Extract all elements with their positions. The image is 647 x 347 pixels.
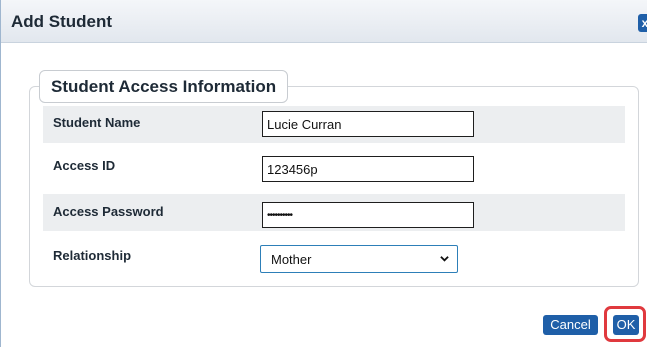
access-password-label: Access Password [53, 204, 164, 219]
student-name-label: Student Name [53, 115, 141, 130]
relationship-label: Relationship [53, 248, 132, 263]
relationship-select[interactable]: Mother [260, 245, 458, 273]
student-name-input[interactable]: Lucie Curran [262, 111, 474, 137]
access-id-input[interactable]: 123456p [262, 156, 474, 182]
fieldset-legend: Student Access Information [39, 70, 289, 103]
access-id-label: Access ID [53, 158, 116, 173]
relationship-value: Mother [271, 252, 312, 267]
cancel-button[interactable]: Cancel [543, 315, 598, 335]
ok-button[interactable]: OK [613, 315, 639, 335]
student-name-row: Student Name Lucie Curran [43, 106, 625, 143]
access-password-row: Access Password •••••••••• [43, 194, 625, 231]
close-icon-glyph: x [641, 16, 647, 30]
dialog-titlebar: Add Student x [1, 0, 647, 43]
chevron-down-icon [440, 256, 449, 262]
dialog-title: Add Student [11, 12, 113, 31]
add-student-dialog: Add Student x Student Access Information… [0, 0, 647, 347]
close-icon[interactable]: x [638, 14, 647, 32]
relationship-row: Relationship Mother [43, 236, 625, 273]
access-id-row: Access ID 123456p [43, 149, 625, 186]
access-password-input[interactable]: •••••••••• [262, 202, 474, 228]
